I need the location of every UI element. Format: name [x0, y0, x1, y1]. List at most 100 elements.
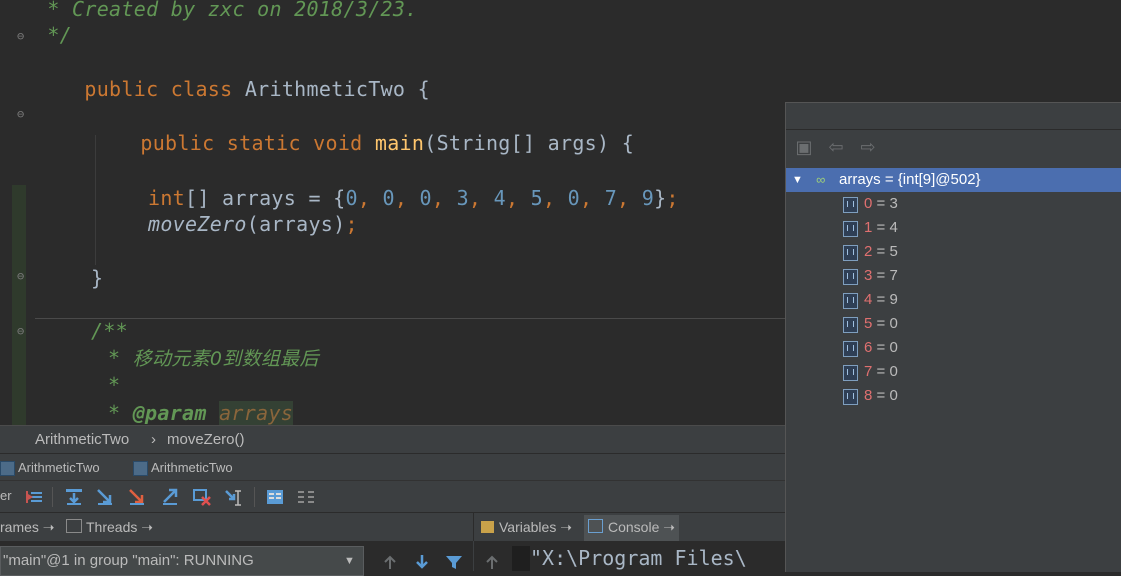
element-value: 5 — [889, 243, 898, 260]
element-index: 1 — [864, 219, 873, 236]
array-item-icon — [843, 293, 858, 309]
variables-icon — [481, 521, 494, 533]
element-index: 4 — [864, 291, 873, 308]
array-value: 0 — [419, 186, 432, 210]
element-value: 3 — [889, 195, 898, 212]
element-index: 2 — [864, 243, 873, 260]
tab-label: ArithmeticTwo — [18, 460, 100, 475]
element-index: 6 — [864, 339, 873, 356]
frame-down-icon[interactable] — [415, 555, 429, 569]
array-item-icon — [843, 197, 858, 213]
code-comment-end: */ — [35, 23, 73, 47]
semicolon: ; — [345, 212, 358, 236]
array-element-row[interactable]: 8 = 0 — [786, 384, 1121, 408]
threads-icon — [66, 519, 82, 533]
fold-icon[interactable]: ⊖ — [17, 30, 29, 42]
method-call-line: moveZero(arrays); — [148, 211, 358, 237]
show-execution-point-icon[interactable] — [24, 487, 44, 507]
run-to-cursor-icon[interactable] — [224, 487, 244, 507]
element-index: 0 — [864, 195, 873, 212]
array-element-row[interactable]: 3 = 7 — [786, 264, 1121, 288]
element-value: 0 — [889, 387, 898, 404]
step-over-icon[interactable] — [64, 487, 84, 507]
back-arrow-icon[interactable]: ⇦ — [826, 138, 846, 158]
tab-threads[interactable]: Threads ➝ — [66, 519, 153, 536]
element-value: 0 — [889, 315, 898, 332]
breadcrumb: ArithmeticTwo › moveZero() — [0, 425, 785, 454]
array-decl: [] arrays = { — [185, 186, 346, 210]
array-element-row[interactable]: 0 = 3 — [786, 192, 1121, 216]
array-value: 0 — [567, 186, 580, 210]
array-element-row[interactable]: 1 = 4 — [786, 216, 1121, 240]
array-declaration-line: int[] arrays = {0, 0, 0, 3, 4, 5, 0, 7, … — [148, 186, 679, 210]
code-comment-line: * Created by zxc on 2018/3/23. — [35, 0, 418, 21]
scroll-up-icon[interactable] — [485, 555, 499, 569]
thread-selector[interactable]: "main"@1 in group "main": RUNNING ▼ — [0, 546, 364, 576]
tab-variables[interactable]: Variables ➝ — [481, 519, 572, 536]
debug-session-tabs: ArithmeticTwo ArithmeticTwo — [0, 453, 785, 481]
tab-console[interactable]: Console ➝ — [584, 515, 679, 541]
step-out-icon[interactable] — [160, 487, 180, 507]
variables-popup: ▣ ⇦ ⇨ ▼ ∞ arrays = {int[9]@502} 0 = 3 1 … — [785, 102, 1121, 572]
gutter-change-marker — [12, 185, 26, 425]
element-value: 0 — [889, 363, 898, 380]
fold-icon[interactable]: ⊖ — [17, 270, 29, 282]
step-into-icon[interactable] — [95, 487, 115, 507]
call-name: moveZero — [148, 212, 247, 236]
tab-debug-session[interactable]: ArithmeticTwo — [0, 459, 100, 477]
element-value: 4 — [889, 219, 898, 236]
closing-brace: } — [91, 266, 104, 290]
tab-frames[interactable]: rames ➝ — [0, 519, 55, 536]
array-element-row[interactable]: 7 = 0 — [786, 360, 1121, 384]
expand-arrow-icon[interactable]: ▼ — [792, 168, 803, 192]
javadoc-star: * — [108, 346, 121, 370]
popup-toolbar: ▣ ⇦ ⇨ — [786, 130, 1121, 166]
param-name: arrays — [219, 401, 294, 425]
element-index: 3 — [864, 267, 873, 284]
javadoc-star: * — [108, 373, 121, 397]
javadoc-star: * — [108, 401, 121, 425]
method-separator — [35, 318, 785, 319]
filter-icon[interactable] — [445, 555, 463, 569]
array-element-row[interactable]: 4 = 9 — [786, 288, 1121, 312]
evaluate-icon[interactable] — [265, 487, 285, 507]
trace-icon[interactable] — [296, 487, 316, 507]
fold-icon[interactable]: ⊖ — [17, 325, 29, 337]
class-name: ArithmeticTwo — [244, 77, 406, 101]
array-value: 5 — [530, 186, 543, 210]
tab-label: ArithmeticTwo — [151, 460, 233, 475]
array-variable-icon: ∞ — [816, 172, 826, 187]
console-label: Console ➝ — [608, 519, 675, 535]
breadcrumb-method[interactable]: moveZero() — [167, 431, 245, 448]
javadoc-description: 移动元素0到数组最后 — [132, 348, 319, 370]
element-index: 7 — [864, 363, 873, 380]
tab-debug-session[interactable]: ArithmeticTwo — [133, 459, 233, 477]
array-value: 4 — [493, 186, 506, 210]
variables-label: Variables ➝ — [499, 519, 572, 535]
brace: { — [417, 77, 430, 101]
threads-label: Threads ➝ — [86, 519, 153, 535]
array-element-row[interactable]: 5 = 0 — [786, 312, 1121, 336]
array-element-row[interactable]: 6 = 0 — [786, 336, 1121, 360]
chevron-down-icon: ▼ — [344, 555, 355, 567]
tree-root-row[interactable]: ▼ ∞ arrays = {int[9]@502} — [786, 168, 1121, 192]
fold-icon[interactable]: ⊖ — [17, 108, 29, 120]
semicolon: ; — [666, 186, 679, 210]
array-item-icon — [843, 341, 858, 357]
forward-arrow-icon[interactable]: ⇨ — [858, 138, 878, 158]
array-value: 0 — [382, 186, 395, 210]
element-index: 8 — [864, 387, 873, 404]
breadcrumb-class[interactable]: ArithmeticTwo — [35, 431, 129, 448]
element-value: 7 — [889, 267, 898, 284]
drop-frame-icon[interactable] — [192, 487, 212, 507]
code-editor[interactable]: ⊖ ⊖ ⊖ ⊖ * Created by zxc on 2018/3/23. *… — [0, 0, 785, 425]
root-label: arrays = {int[9]@502} — [839, 171, 981, 188]
array-element-row[interactable]: 2 = 5 — [786, 240, 1121, 264]
thread-selector-value: "main"@1 in group "main": RUNNING — [3, 552, 254, 569]
element-index: 5 — [864, 315, 873, 332]
watch-icon[interactable]: ▣ — [794, 138, 814, 158]
array-value: 0 — [345, 186, 358, 210]
class-keyword: public class — [84, 77, 233, 101]
force-step-into-icon[interactable] — [127, 487, 147, 507]
frame-up-icon[interactable] — [383, 555, 397, 569]
